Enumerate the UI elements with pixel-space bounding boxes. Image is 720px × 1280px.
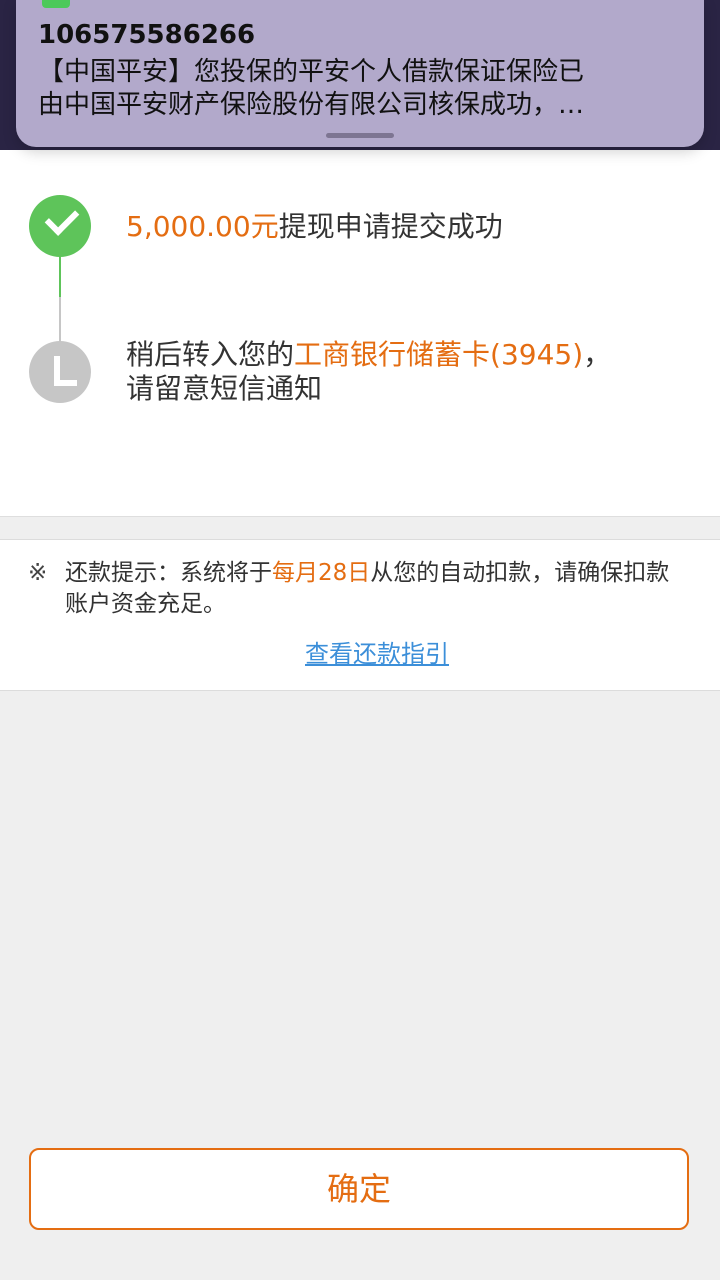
withdraw-amount: 5,000.00元 (126, 210, 279, 243)
step-2-prefix: 稍后转入您的 (126, 338, 295, 371)
step-connector-pending (59, 297, 61, 343)
repayment-date: 每月28日 (272, 560, 371, 586)
notification-drag-handle[interactable] (326, 133, 394, 138)
clock-icon (54, 356, 77, 386)
sms-sender: 10657558626​6 (38, 20, 256, 50)
step-2-suffix: ， (583, 338, 612, 371)
sms-app-icon (42, 0, 70, 8)
sms-notification[interactable]: 10657558626​6 【中国平安】您投保的平安个人借款保证保险已 由中国平… (16, 0, 704, 147)
sms-body-line1: 【中国平安】您投保的平安个人借款保证保险已 (38, 57, 585, 87)
step-1-text: 5,000.00元提现申请提交成功 (126, 210, 503, 244)
notice-prefix: 还款提示：系统将于 (65, 560, 272, 586)
repayment-notice: 还款提示：系统将于每月28日从您的自动扣款，请确保扣款账户资金充足。 (65, 558, 685, 620)
notice-mark-icon: ※ (28, 560, 48, 586)
check-icon (44, 201, 80, 236)
step-2-line2: 请留意短信通知 (126, 372, 323, 405)
sms-body: 【中国平安】您投保的平安个人借款保证保险已 由中国平安财产保险股份有限公司核保成… (38, 56, 678, 122)
repayment-guide-link[interactable]: 查看还款指引 (0, 638, 720, 670)
bank-card: 工商银行储蓄卡(3945) (294, 338, 584, 371)
step-2-text: 稍后转入您的工商银行储蓄卡(3945)， (126, 338, 611, 372)
confirm-button[interactable]: 确定 (29, 1148, 689, 1230)
sms-body-line2: 由中国平安财产保险股份有限公司核保成功，… (38, 90, 585, 120)
step-connector-done (59, 255, 61, 297)
step-done-icon (29, 195, 91, 257)
step-pending-icon (29, 341, 91, 403)
progress-card (0, 150, 720, 517)
step-1-label: 提现申请提交成功 (278, 210, 503, 243)
